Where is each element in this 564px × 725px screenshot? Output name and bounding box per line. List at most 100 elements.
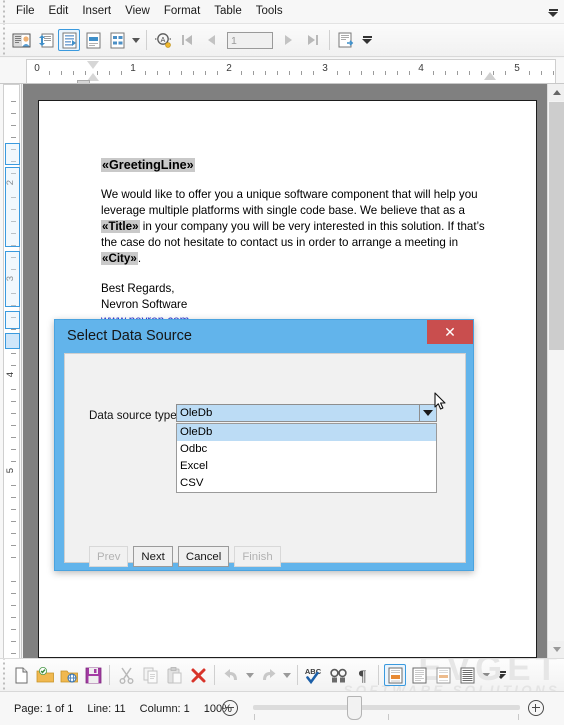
paragraph-region-indicator[interactable] [5,167,20,247]
merge-field-city: «City» [101,252,138,265]
standard-toolbar-grip[interactable] [0,659,9,691]
ruler-tick [11,365,16,366]
web-layout-view-button[interactable] [432,664,454,686]
ruler-tick [11,101,16,102]
standard-toolbar: EVGET SOFTWARE SOLUTIONS ABC ¶ [0,658,564,692]
insert-address-block-icon [86,32,100,48]
cancel-button[interactable]: Cancel [177,546,230,567]
ruler-tick [349,71,350,75]
insert-greeting-line-button[interactable] [106,29,128,51]
scrollbar-thumb[interactable] [549,102,564,350]
vertical-ruler[interactable]: 2345 [0,84,22,658]
dropdown-option-csv[interactable]: CSV [177,475,436,492]
toolbar-grip[interactable] [0,23,9,57]
menu-item-tools[interactable]: Tools [249,2,290,21]
open-document-button[interactable] [34,664,56,686]
horizontal-ruler[interactable]: 0 1 2 3 4 5 [22,58,564,84]
paragraph-region-indicator[interactable] [5,143,20,165]
view-mode-dropdown-button[interactable] [479,664,492,686]
chevron-down-icon [282,672,291,678]
menu-overflow-button[interactable] [546,6,560,20]
finish-merge-icon [338,32,353,47]
ruler-tick [277,71,278,75]
previous-record-button[interactable] [200,29,222,51]
toolbar-overflow-button[interactable] [360,29,374,51]
tab-stop-marker[interactable] [484,72,496,80]
draft-view-button[interactable] [456,664,478,686]
paragraph-region-indicator[interactable] [5,333,20,349]
last-record-button[interactable] [302,29,324,51]
vertical-ruler-track[interactable]: 2345 [3,84,20,658]
horizontal-ruler-track[interactable]: 0 1 2 3 4 5 [26,59,556,83]
chevron-down-icon [245,672,254,678]
data-source-type-dropdown-list[interactable]: OleDb Odbc Excel CSV [176,423,437,493]
finish-merge-button[interactable] [335,29,357,51]
redo-button[interactable] [257,664,279,686]
delete-button[interactable] [187,664,209,686]
cut-icon [119,667,133,684]
ruler-tick [11,329,16,330]
menu-item-edit[interactable]: Edit [42,2,76,21]
formatting-marks-button[interactable]: ¶ [351,664,373,686]
dropdown-option-odbc[interactable]: Odbc [177,441,436,458]
document-vertical-scrollbar[interactable] [547,84,564,658]
ruler-tick [361,71,362,75]
signature-line-2: Nevron Software [101,298,188,311]
new-document-button[interactable] [10,664,32,686]
zoom-out-button[interactable] [222,700,238,716]
undo-button[interactable] [220,664,242,686]
menu-item-insert[interactable]: Insert [75,2,118,21]
print-layout-view-button[interactable] [384,664,406,686]
zoom-slider-track[interactable] [253,705,520,710]
paste-button[interactable] [163,664,185,686]
body-paragraph[interactable]: We would like to offer you a unique soft… [101,187,491,267]
open-from-web-button[interactable] [58,664,80,686]
select-data-source-dialog[interactable]: Select Data Source ✕ Data source type: O… [54,319,474,571]
scroll-down-button[interactable] [548,641,564,658]
menu-item-format[interactable]: Format [157,2,207,21]
chevron-down-icon [548,12,558,17]
merge-field-title: «Title» [101,220,140,233]
redo-dropdown-button[interactable] [280,664,293,686]
mail-merge-wizard-button[interactable] [10,29,32,51]
finish-button: Finish [234,546,281,567]
menu-bar-grip[interactable] [0,0,9,24]
find-replace-button[interactable] [327,664,349,686]
merge-field-greetingline: «GreetingLine» [101,158,195,172]
undo-dropdown-button[interactable] [243,664,256,686]
ruler-tick [11,113,16,114]
dropdown-option-excel[interactable]: Excel [177,458,436,475]
next-record-button[interactable] [278,29,300,51]
menu-item-table[interactable]: Table [207,2,249,21]
paragraph-region-indicator[interactable] [5,311,20,329]
save-button[interactable] [82,664,104,686]
scroll-up-button[interactable] [548,84,564,101]
select-data-source-button[interactable] [34,29,56,51]
ruler-corner [0,58,22,84]
dropdown-option-oledb[interactable]: OleDb [177,424,436,441]
menu-item-view[interactable]: View [118,2,157,21]
menu-item-file[interactable]: File [9,2,42,21]
spell-check-button[interactable]: ABC [303,664,325,686]
preview-results-button[interactable]: A [152,29,174,51]
insert-field-dropdown-button[interactable] [129,29,142,51]
page-view-button[interactable] [408,664,430,686]
next-button[interactable]: Next [133,546,173,567]
insert-merge-field-button[interactable] [58,29,80,51]
dialog-close-button[interactable]: ✕ [427,320,473,344]
zoom-in-button[interactable] [528,700,544,716]
combobox-dropdown-button[interactable] [419,405,436,421]
copy-button[interactable] [139,664,161,686]
standard-toolbar-overflow-button[interactable] [494,664,508,686]
paragraph-region-indicator[interactable] [5,251,20,307]
greeting-line-merge-field[interactable]: «GreetingLine» [101,157,195,173]
record-number-input[interactable]: 1 [227,31,273,49]
first-line-indent-marker[interactable] [87,61,99,69]
first-record-button[interactable] [176,29,198,51]
document-text-body[interactable]: «GreetingLine» We would like to offer yo… [101,157,491,329]
previous-record-icon [208,35,215,45]
zoom-slider-thumb[interactable] [347,696,362,720]
insert-address-block-button[interactable] [82,29,104,51]
cut-button[interactable] [115,664,137,686]
data-source-type-combobox[interactable]: OleDb [176,404,437,422]
